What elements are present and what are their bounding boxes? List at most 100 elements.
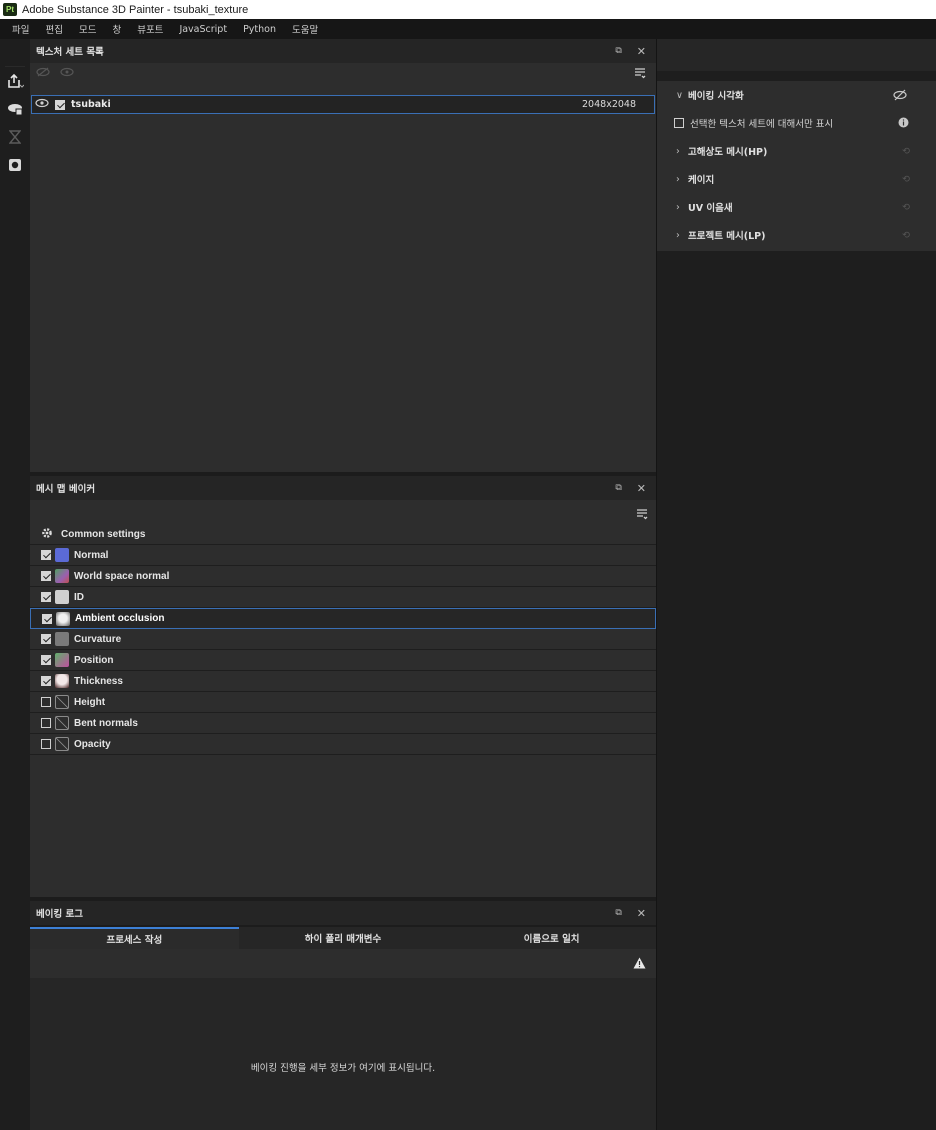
texture-set-panel [30,63,656,472]
bake-map-checkbox[interactable] [41,592,51,602]
texture-set-panel-title: 텍스처 세트 목록 [36,47,104,58]
hourglass-icon[interactable] [0,123,30,151]
log-panel-title: 베이킹 로그 [36,909,84,920]
id-map-thumbnail [55,590,69,604]
menu-mode[interactable]: 모드 [71,22,104,36]
bake-map-label: ID [74,591,84,603]
baker-panel-title: 메시 맵 베이커 [36,484,96,495]
bake-map-label: Height [74,696,106,708]
bake-map-checkbox[interactable] [41,655,51,665]
list-options-icon[interactable] [634,67,646,82]
tab-process[interactable]: 프로세스 작성 [30,927,239,949]
close-icon[interactable]: ✕ [637,45,646,58]
bake-map-label: Curvature [74,633,122,645]
chevron-right-icon: › [676,173,680,185]
world-space-normal-thumbnail [55,569,69,583]
section-project-mesh[interactable]: › 프로젝트 메시(LP) ⟲ [657,221,936,249]
texture-set-panel-header: 텍스처 세트 목록 ⧉ ✕ [30,39,656,63]
texture-set-row[interactable]: tsubaki 2048x2048 [31,95,655,114]
bake-map-label: Position [74,654,114,666]
bake-map-label: Opacity [74,738,111,750]
bake-map-row-normal[interactable]: Normal [30,545,656,566]
visibility-eye-icon[interactable] [35,98,49,111]
info-icon[interactable] [898,117,909,131]
viewer-settings-icon[interactable] [0,151,30,179]
common-settings-row[interactable]: Common settings [30,524,656,545]
reset-icon[interactable]: ⟲ [902,202,910,213]
chevron-right-icon: › [676,201,680,213]
menu-window[interactable]: 창 [104,22,129,36]
bake-map-checkbox[interactable] [41,739,51,749]
left-toolbar [0,39,30,1130]
menu-viewport[interactable]: 뷰포트 [129,22,171,36]
bake-map-label: Normal [74,549,109,561]
log-empty-message: 베이킹 진행을 세부 정보가 여기에 표시됩니다. [250,1063,436,1074]
menu-edit[interactable]: 편집 [37,22,70,36]
bake-map-checkbox[interactable] [41,676,51,686]
bake-map-row-curvature[interactable]: Curvature [30,629,656,650]
section-label: 고해상도 메시(HP) [688,147,768,158]
texture-set-checkbox[interactable] [55,99,65,110]
bake-map-label: Bent normals [74,717,138,729]
show-selected-only-label: 선택한 텍스처 세트에 대해서만 표시 [690,119,834,130]
menu-javascript[interactable]: JavaScript [171,24,235,35]
bake-map-label: World space normal [74,570,170,582]
bake-map-row-ambient-occlusion[interactable]: Ambient occlusion [30,608,656,629]
toolbar-grip [5,39,25,67]
section-high-poly-mesh[interactable]: › 고해상도 메시(HP) ⟲ [657,137,936,165]
close-icon[interactable]: ✕ [637,907,646,920]
section-uv-seams[interactable]: › UV 이음새 ⟲ [657,193,936,221]
texture-set-toolbar [30,63,656,83]
close-icon[interactable]: ✕ [637,482,646,495]
undock-icon[interactable]: ⧉ [615,908,621,918]
right-panel-header [657,39,936,71]
bake-map-row-height[interactable]: Height [30,692,656,713]
right-dock: ∨ 베이킹 시각화 선택한 텍스처 세트에 대해서만 표시 › 고해상도 메시(… [656,39,936,1130]
warning-icon[interactable] [633,957,646,972]
texture-set-resolution[interactable]: 2048x2048 [582,99,636,110]
baker-options-icon[interactable] [636,508,648,523]
common-settings-label: Common settings [61,528,146,540]
reset-icon[interactable]: ⟲ [902,174,910,185]
bake-visualization-title: 베이킹 시각화 [688,91,744,102]
bake-map-checkbox[interactable] [41,550,51,560]
bake-map-checkbox[interactable] [41,697,51,707]
bake-map-row-id[interactable]: ID [30,587,656,608]
log-content: 베이킹 진행을 세부 정보가 여기에 표시됩니다. [30,978,656,1130]
export-icon[interactable] [0,67,30,95]
bake-map-label: Ambient occlusion [75,613,165,624]
undock-icon[interactable]: ⧉ [615,46,621,56]
bake-map-row-position[interactable]: Position [30,650,656,671]
undock-icon[interactable]: ⧉ [615,483,621,493]
tab-match-by-name[interactable]: 이름으로 일치 [447,927,656,949]
bake-map-row-bent-normals[interactable]: Bent normals [30,713,656,734]
menu-file[interactable]: 파일 [4,22,37,36]
gear-icon [41,527,53,542]
bake-map-row-thickness[interactable]: Thickness [30,671,656,692]
hide-icon[interactable] [36,67,50,80]
bake-map-checkbox[interactable] [42,613,52,624]
reset-icon[interactable]: ⟲ [902,230,910,241]
log-tabs: 프로세스 작성 하이 폴리 매개변수 이름으로 일치 [30,927,656,949]
eye-hidden-icon[interactable] [893,89,907,104]
bake-map-row-world-space-normal[interactable]: World space normal [30,566,656,587]
section-cage[interactable]: › 케이지 ⟲ [657,165,936,193]
bake-mesh-maps-icon[interactable] [0,95,30,123]
show-selected-only-row[interactable]: 선택한 텍스처 세트에 대해서만 표시 [657,109,936,137]
show-selected-only-checkbox[interactable] [674,118,684,128]
bake-visualization-panel: ∨ 베이킹 시각화 선택한 텍스처 세트에 대해서만 표시 › 고해상도 메시(… [657,81,936,251]
log-toolbar [30,949,656,978]
bake-map-checkbox[interactable] [41,571,51,581]
show-icon[interactable] [60,67,74,80]
menu-python[interactable]: Python [235,24,284,35]
reset-icon[interactable]: ⟲ [902,146,910,157]
bake-map-row-opacity[interactable]: Opacity [30,734,656,755]
tab-high-poly-params[interactable]: 하이 폴리 매개변수 [239,927,448,949]
menu-help[interactable]: 도움말 [284,22,326,36]
position-thumbnail [55,653,69,667]
bake-map-checkbox[interactable] [41,634,51,644]
bake-visualization-header[interactable]: ∨ 베이킹 시각화 [657,81,936,109]
thickness-thumbnail [55,674,69,688]
bake-map-checkbox[interactable] [41,718,51,728]
ambient-occlusion-thumbnail [56,611,70,626]
